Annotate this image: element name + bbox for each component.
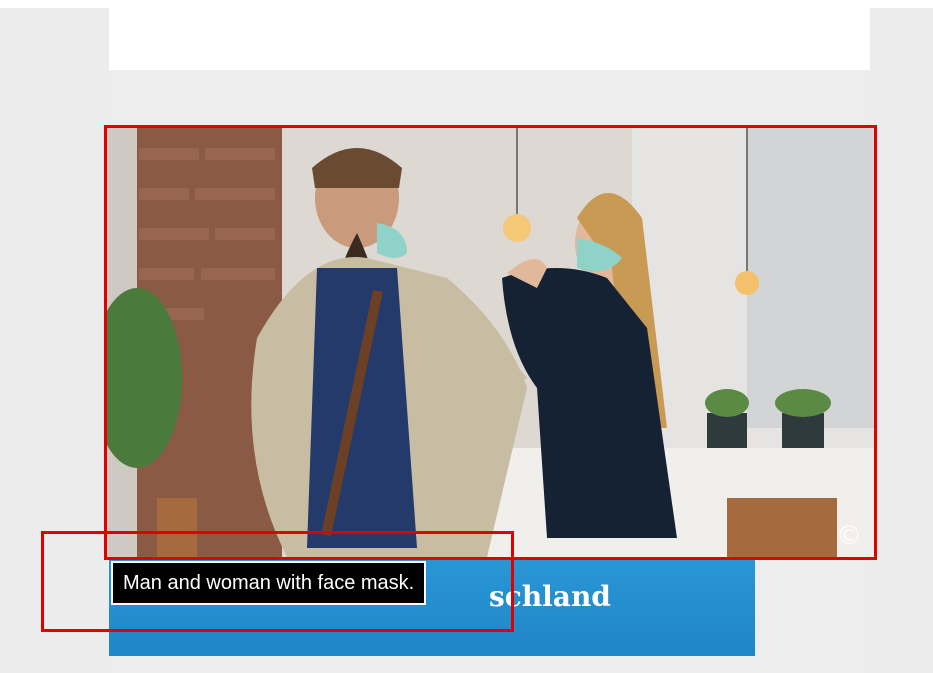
- top-content-card: [109, 8, 870, 70]
- image-alt-tooltip: Man and woman with face mask.: [111, 561, 427, 605]
- copyright-icon: ©: [836, 521, 862, 551]
- article-image[interactable]: ©: [104, 125, 877, 560]
- photo-illustration: [107, 128, 874, 557]
